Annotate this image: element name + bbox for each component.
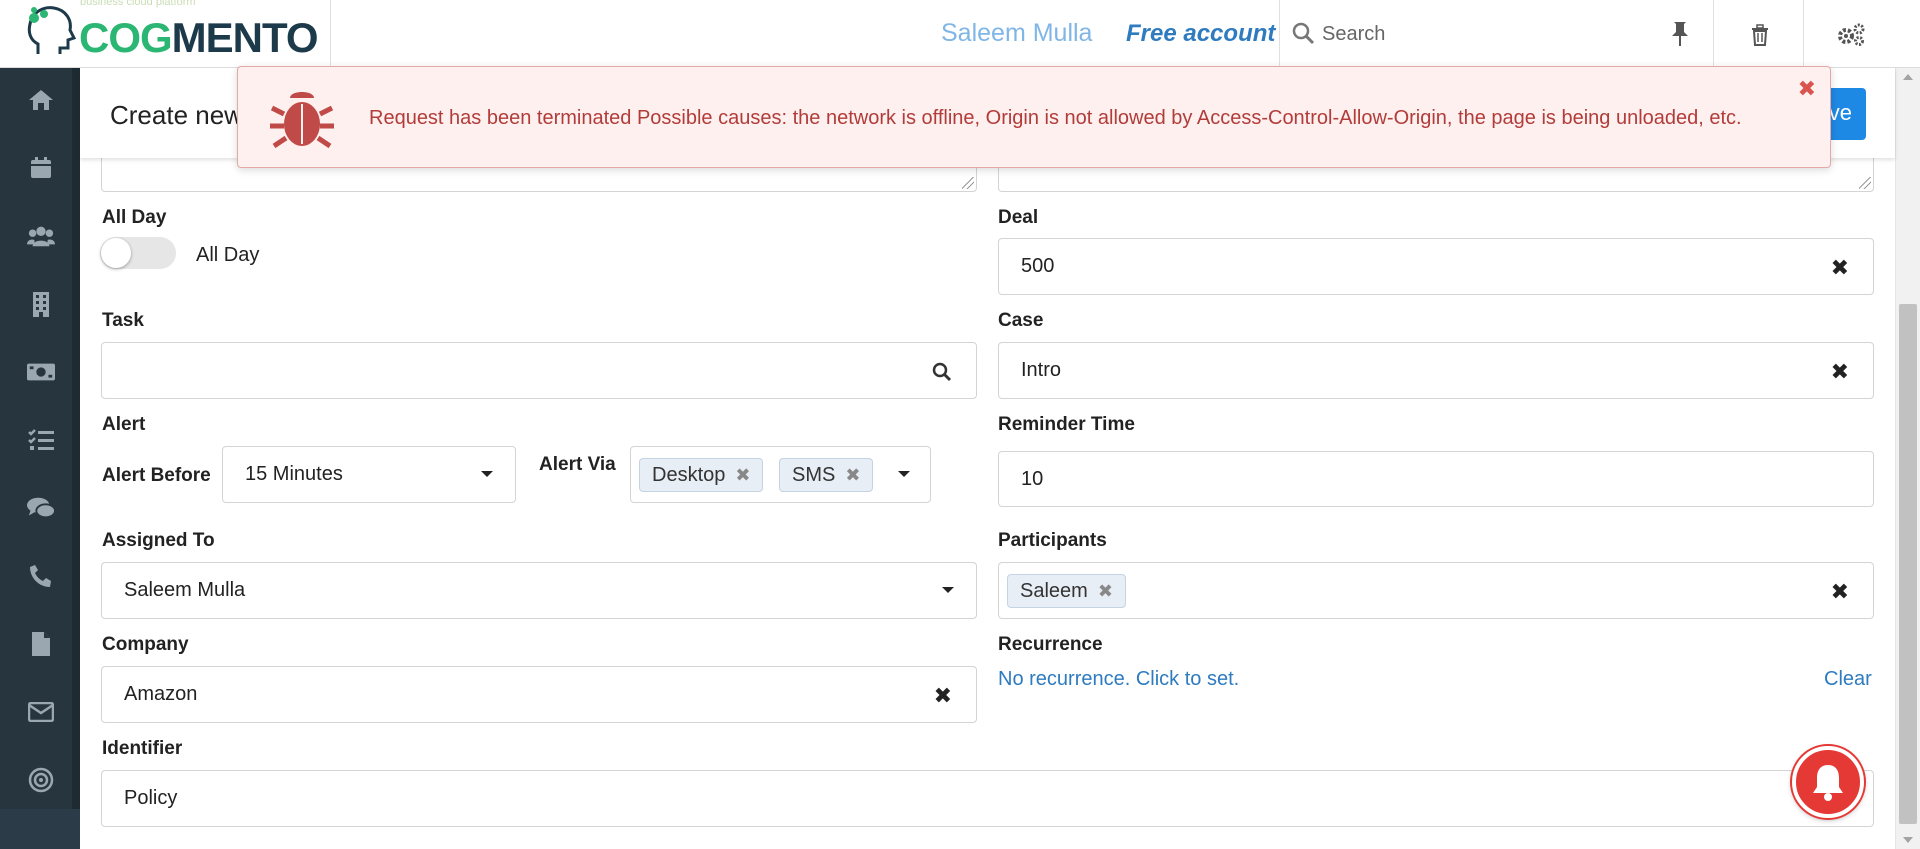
all-day-toggle-text: All Day — [196, 244, 260, 266]
documents-icon[interactable] — [27, 630, 55, 658]
remove-chip-icon[interactable]: ✖ — [845, 465, 860, 486]
alert-before-label: Alert Before — [102, 465, 211, 486]
resize-grip-icon[interactable] — [1859, 177, 1871, 189]
participants-label: Participants — [998, 530, 1107, 551]
home-icon[interactable] — [27, 86, 55, 114]
assigned-to-select[interactable]: Saleem Mulla — [101, 562, 977, 619]
calendar-icon[interactable] — [27, 154, 55, 182]
account-type[interactable]: Free account — [1126, 20, 1275, 48]
companies-icon[interactable] — [27, 290, 55, 318]
cases-icon[interactable] — [27, 494, 55, 522]
case-field[interactable]: Intro ✖ — [998, 342, 1874, 399]
alert-before-value: 15 Minutes — [245, 463, 343, 485]
chevron-down-icon[interactable] — [898, 471, 910, 477]
contacts-icon[interactable] — [27, 222, 55, 250]
search-bar — [1279, 0, 1713, 68]
search-icon — [1292, 22, 1315, 45]
scrollbar-thumb[interactable] — [1899, 304, 1917, 824]
brain-head-icon — [27, 6, 76, 54]
bug-icon — [270, 92, 334, 149]
clear-company-icon[interactable]: ✖ — [934, 685, 952, 707]
toggle-knob — [101, 238, 131, 268]
top-bar: business cloud platform COGMENTO Saleem … — [0, 0, 1920, 68]
close-icon[interactable]: ✖ — [1798, 78, 1816, 100]
settings-button[interactable] — [1806, 0, 1894, 68]
scroll-down-icon[interactable] — [1903, 837, 1913, 843]
chevron-down-icon — [942, 587, 954, 593]
gears-icon — [1838, 23, 1865, 46]
clear-participants-icon[interactable]: ✖ — [1831, 581, 1849, 603]
alert-via-select[interactable]: Desktop ✖ SMS ✖ — [630, 446, 931, 503]
assigned-to-value: Saleem Mulla — [124, 579, 246, 601]
logo[interactable]: business cloud platform COGMENTO — [0, 0, 331, 68]
sidebar — [0, 68, 80, 849]
reminder-time-label: Reminder Time — [998, 414, 1135, 435]
deal-label: Deal — [998, 207, 1039, 228]
all-day-label: All Day — [102, 207, 167, 228]
calls-icon[interactable] — [27, 562, 55, 590]
alert-before-select[interactable]: 15 Minutes — [222, 446, 516, 503]
error-toast: Request has been terminated Possible cau… — [237, 66, 1831, 168]
search-input[interactable] — [1322, 16, 1622, 52]
user-name[interactable]: Saleem Mulla — [941, 19, 1092, 48]
task-field[interactable] — [101, 342, 977, 399]
deals-icon[interactable] — [27, 358, 55, 386]
tasks-icon[interactable] — [27, 426, 55, 454]
alert-label: Alert — [102, 414, 146, 435]
company-value: Amazon — [124, 683, 198, 705]
case-value: Intro — [1021, 359, 1062, 381]
alert-via-chip: SMS ✖ — [779, 458, 874, 492]
remove-chip-icon[interactable]: ✖ — [735, 465, 750, 486]
resize-grip-icon[interactable] — [962, 177, 974, 189]
clear-case-icon[interactable]: ✖ — [1831, 361, 1849, 383]
logo-tagline: business cloud platform — [80, 0, 196, 8]
scroll-up-icon[interactable] — [1903, 74, 1913, 80]
chevron-down-icon — [481, 471, 493, 477]
trash-button[interactable] — [1713, 0, 1804, 68]
reminder-time-field[interactable]: 10 — [998, 451, 1874, 507]
search-icon[interactable] — [932, 362, 952, 382]
participant-chip: Saleem ✖ — [1007, 574, 1126, 608]
trash-icon — [1752, 24, 1768, 46]
sidebar-menu — [0, 68, 80, 809]
page-scrollbar[interactable] — [1895, 68, 1920, 849]
notifications-button[interactable] — [1792, 746, 1864, 818]
alert-via-chip: Desktop ✖ — [639, 458, 764, 492]
deal-field[interactable]: 500 ✖ — [998, 238, 1874, 295]
company-label: Company — [102, 634, 189, 655]
case-label: Case — [998, 310, 1044, 331]
identifier-field[interactable]: Policy — [101, 770, 1874, 827]
identifier-value: Policy — [124, 787, 178, 809]
error-message: Request has been terminated Possible cau… — [369, 107, 1742, 129]
participants-field[interactable]: Saleem ✖ ✖ — [998, 562, 1874, 619]
bell-icon — [1813, 765, 1843, 801]
clear-deal-icon[interactable]: ✖ — [1831, 257, 1849, 279]
recurrence-clear-link[interactable]: Clear — [1824, 668, 1872, 691]
pin-button[interactable] — [1660, 18, 1700, 50]
all-day-toggle[interactable] — [100, 237, 176, 269]
recurrence-label: Recurrence — [998, 634, 1103, 655]
assigned-to-label: Assigned To — [102, 530, 215, 551]
email-icon[interactable] — [27, 698, 55, 726]
alert-via-label: Alert Via — [539, 454, 616, 475]
recurrence-link[interactable]: No recurrence. Click to set. — [998, 668, 1239, 691]
main-content: Create new Event Save All Day All Day De… — [80, 68, 1895, 849]
deal-value: 500 — [1021, 255, 1055, 277]
campaigns-icon[interactable] — [27, 766, 55, 794]
company-field[interactable]: Amazon ✖ — [101, 666, 977, 723]
task-label: Task — [102, 310, 144, 331]
identifier-label: Identifier — [102, 738, 183, 759]
pin-icon — [1672, 22, 1688, 46]
logo-wordmark: COGMENTO — [79, 14, 319, 61]
reminder-time-value: 10 — [1021, 467, 1044, 490]
remove-chip-icon[interactable]: ✖ — [1098, 581, 1113, 602]
sidebar-scroll-edge — [72, 68, 80, 809]
